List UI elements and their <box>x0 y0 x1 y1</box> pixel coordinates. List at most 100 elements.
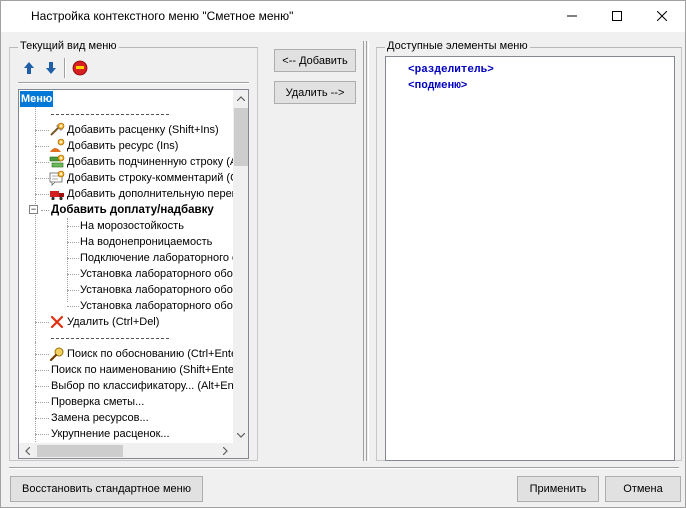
vertical-scroll-thumb[interactable] <box>234 108 248 166</box>
tree-connector <box>67 242 79 243</box>
menu-tree[interactable]: Меню Добавить расценку (Shift+Ins) Добав… <box>18 89 249 459</box>
horizontal-scroll-thumb[interactable] <box>37 445 123 457</box>
minimize-button[interactable] <box>549 1 595 31</box>
tree-item-label: Удалить (Ctrl+Del) <box>67 316 160 328</box>
tree-item-label: Поиск по наименованию (Shift+Enter) <box>51 364 233 376</box>
add-button[interactable]: <-- Добавить <box>274 49 356 72</box>
add-rate-icon <box>50 122 65 136</box>
tree-connector <box>35 178 49 179</box>
tree-connector <box>67 258 79 259</box>
tree-item-label: На водонепроницаемость <box>80 236 213 248</box>
tree-connector <box>35 402 49 403</box>
tree-root-label: Меню <box>20 91 54 107</box>
tree-item-label: Укрупнение расценок... <box>51 428 170 440</box>
tree-item-enlarge-rates[interactable]: Укрупнение расценок... <box>51 426 170 442</box>
tree-item-search-basis[interactable]: Поиск по обоснованию (Ctrl+Enter) <box>49 346 233 362</box>
tree-root-node[interactable]: Меню <box>20 91 54 107</box>
tree-connector <box>35 434 49 435</box>
tree-item-add-transport[interactable]: Добавить дополнительную перевозку <box>49 186 233 202</box>
tree-connector <box>35 322 49 323</box>
maximize-button[interactable] <box>594 1 640 31</box>
magnifier-icon <box>49 347 64 362</box>
splitter-grip <box>366 41 367 461</box>
cancel-button[interactable]: Отмена <box>605 476 681 502</box>
add-comment-row-icon <box>49 170 65 186</box>
maximize-icon <box>612 11 622 21</box>
tree-item-search-name[interactable]: Поиск по наименованию (Shift+Enter) <box>51 362 233 378</box>
scroll-corner <box>233 443 248 458</box>
tree-connector <box>35 418 49 419</box>
collapse-glyph: − <box>30 204 37 214</box>
tree-item-replace-resources[interactable]: Замена ресурсов... <box>51 410 149 426</box>
scroll-down-button[interactable] <box>233 427 248 443</box>
available-item-separator[interactable]: <разделитель> <box>408 64 494 76</box>
toolbar-underline <box>18 82 249 84</box>
collapse-toggle[interactable]: − <box>29 205 38 214</box>
bottom-divider <box>9 467 679 469</box>
tree-item-delete[interactable]: Удалить (Ctrl+Del) <box>49 314 159 330</box>
chevron-right-icon <box>222 447 228 455</box>
tree-connector <box>35 342 36 442</box>
tree-item-label: Добавить дополнительную перевозку <box>67 188 233 200</box>
tree-item-label: Замена ресурсов... <box>51 412 149 424</box>
tree-horizontal-scrollbar[interactable] <box>19 443 233 458</box>
arrow-up-icon <box>24 62 34 74</box>
arrow-down-icon <box>46 62 56 74</box>
tree-item-label: Поиск по обоснованию (Ctrl+Enter) <box>67 348 233 360</box>
tree-connector <box>67 290 79 291</box>
current-menu-label: Текущий вид меню <box>18 40 119 52</box>
tree-item-label: Подключение лабораторного обоснования <box>80 252 233 264</box>
tree-child-item[interactable]: Установка лабораторного обоснования <box>80 282 233 298</box>
chevron-left-icon <box>24 447 30 455</box>
available-items-label: Доступные элементы меню <box>385 40 530 52</box>
tree-child-item[interactable]: На морозостойкость <box>80 218 184 234</box>
tree-child-item[interactable]: На водонепроницаемость <box>80 234 212 250</box>
add-child-row-icon <box>49 154 65 168</box>
tree-item-add-rate[interactable]: Добавить расценку (Shift+Ins) <box>49 122 219 138</box>
restore-default-button[interactable]: Восстановить стандартное меню <box>10 476 203 502</box>
remove-button[interactable]: Удалить --> <box>274 81 356 104</box>
tree-item-check-estimate[interactable]: Проверка сметы... <box>51 394 144 410</box>
tree-item-add-surcharge[interactable]: Добавить доплату/надбавку <box>51 202 214 218</box>
tree-item-add-comment-row[interactable]: Добавить строку-комментарий (Ctrl+Ins) <box>49 170 233 186</box>
tree-connector <box>35 146 49 147</box>
tree-child-item[interactable]: Подключение лабораторного обоснования <box>80 250 233 266</box>
tree-item-label: Установка лабораторного обоснования <box>80 300 233 312</box>
scroll-right-button[interactable] <box>217 443 233 458</box>
tree-separator[interactable] <box>51 338 169 339</box>
remove-button-label: Удалить --> <box>285 86 345 99</box>
tree-item-label: Проверка сметы... <box>51 396 145 408</box>
tree-child-item[interactable]: Установка лабораторного обоснования <box>80 298 233 314</box>
panel-splitter[interactable] <box>363 41 369 461</box>
tree-vertical-scrollbar[interactable] <box>233 90 248 443</box>
available-items-list[interactable]: <разделитель> <подменю> <box>385 56 675 461</box>
minimize-icon <box>567 15 577 17</box>
apply-button-label: Применить <box>529 483 587 495</box>
restore-default-label: Восстановить стандартное меню <box>22 483 191 495</box>
tree-item-classifier[interactable]: Выбор по классификатору... (Alt+Enter) <box>51 378 233 394</box>
tree-viewport: Меню Добавить расценку (Shift+Ins) Добав… <box>19 90 233 443</box>
tree-child-item[interactable]: Установка лабораторного обоснования <box>80 266 233 282</box>
scroll-up-button[interactable] <box>233 90 248 106</box>
tree-item-label: Установка лабораторного обоснования <box>80 284 233 296</box>
add-button-label: <-- Добавить <box>282 54 348 67</box>
tree-item-label: Установка лабораторного обоснования <box>80 268 233 280</box>
move-up-button[interactable] <box>21 60 37 76</box>
tree-item-label: Выбор по классификатору... (Alt+Enter) <box>51 380 233 392</box>
tree-connector <box>67 306 79 307</box>
chevron-up-icon <box>237 95 245 101</box>
tree-connector <box>41 210 49 211</box>
close-button[interactable] <box>639 1 685 31</box>
scroll-left-button[interactable] <box>19 443 35 458</box>
tree-separator[interactable] <box>51 114 169 115</box>
delete-item-button[interactable] <box>72 60 88 76</box>
available-item-submenu[interactable]: <подменю> <box>408 80 467 92</box>
move-down-button[interactable] <box>43 60 59 76</box>
add-resource-icon <box>50 138 65 152</box>
apply-button[interactable]: Применить <box>517 476 599 502</box>
tree-item-add-child-row[interactable]: Добавить подчиненную строку (Alt+Ins) <box>49 154 233 170</box>
tree-connector <box>67 226 79 227</box>
tree-item-add-resource[interactable]: Добавить ресурс (Ins) <box>49 138 178 154</box>
tree-connector <box>35 130 49 131</box>
toolbar-divider <box>64 58 66 78</box>
